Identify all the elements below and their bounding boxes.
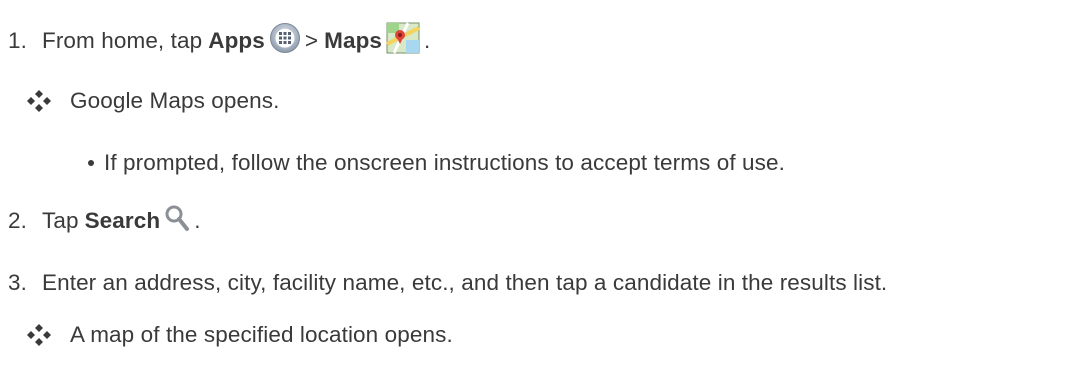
step-text: From home, tap	[42, 28, 203, 53]
apps-icon	[269, 22, 301, 60]
step-end: .	[424, 28, 431, 53]
result-2: A map of the specified location opens.	[26, 318, 453, 352]
search-icon	[164, 204, 190, 238]
diamond-bullet-icon	[26, 90, 52, 112]
step-number: 2.	[8, 208, 27, 233]
step-2: 2. Tap Search .	[8, 204, 201, 238]
search-label: Search	[84, 208, 161, 233]
result-text: Google Maps opens.	[70, 88, 280, 113]
diamond-bullet-icon	[26, 324, 52, 346]
step-end: .	[194, 208, 201, 233]
maps-icon	[386, 22, 420, 60]
step-1: 1. From home, tap Apps > Maps .	[8, 22, 431, 60]
step-3: 3. Enter an address, city, facility name…	[8, 266, 887, 300]
step-text: Tap	[42, 208, 79, 233]
step-number: 3.	[8, 270, 27, 295]
sub-bullet-text: If prompted, follow the onscreen instruc…	[104, 150, 785, 175]
separator: >	[304, 28, 319, 53]
result-1: Google Maps opens.	[26, 84, 279, 118]
dot-bullet-icon	[88, 160, 94, 166]
result-text: A map of the specified location opens.	[70, 322, 453, 347]
step-text: Enter an address, city, facility name, e…	[42, 270, 888, 295]
apps-label: Apps	[208, 28, 265, 53]
step-number: 1.	[8, 28, 27, 53]
sub-bullet: If prompted, follow the onscreen instruc…	[88, 146, 785, 180]
maps-label: Maps	[324, 28, 383, 53]
